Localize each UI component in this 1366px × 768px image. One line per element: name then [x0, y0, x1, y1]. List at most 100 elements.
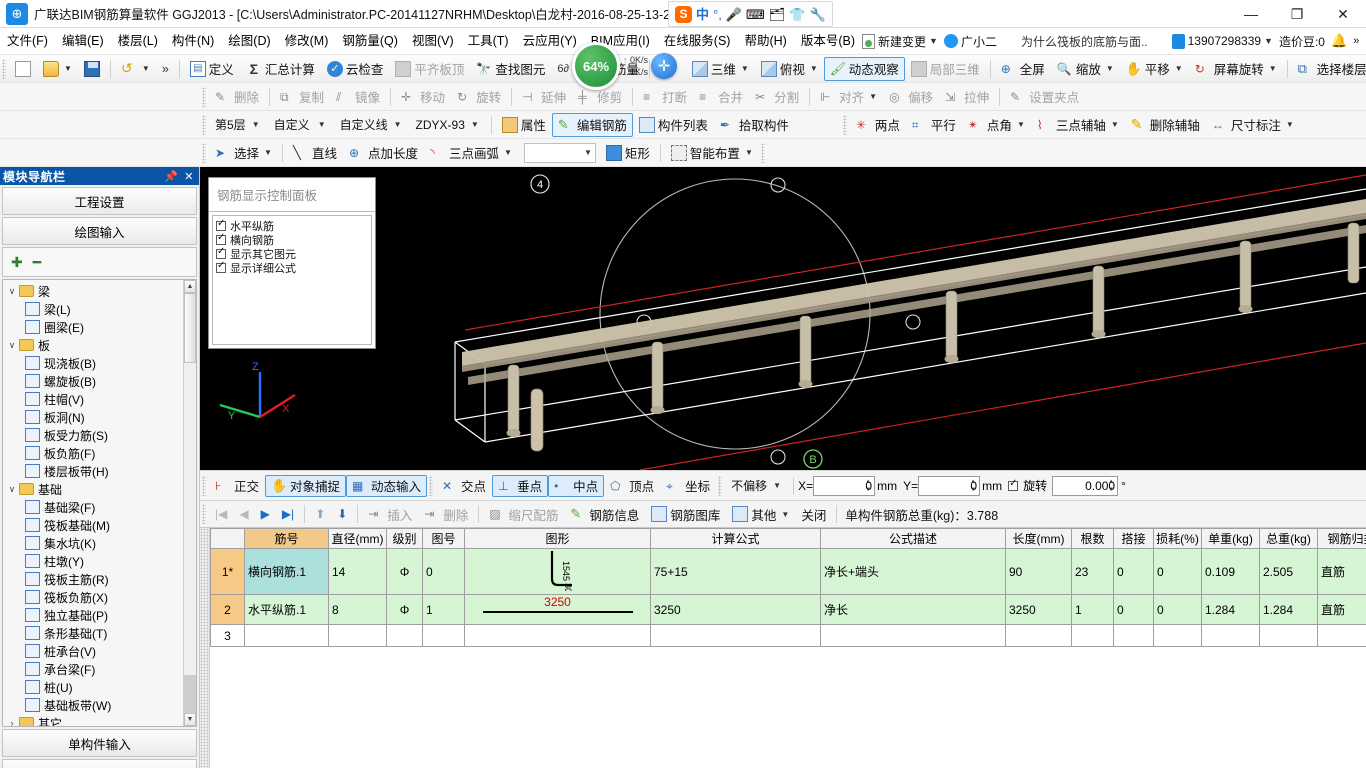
sogou-logo-icon[interactable]: S: [675, 5, 692, 23]
type-chevron-down-icon[interactable]: ▼: [318, 120, 326, 129]
tree-item-ring-beam[interactable]: 圈梁(E): [3, 318, 183, 336]
properties-button[interactable]: 属性: [496, 113, 552, 137]
cell-loss[interactable]: 0: [1153, 548, 1202, 595]
cell-rebar-number[interactable]: [244, 624, 329, 647]
cell-grade[interactable]: Φ: [386, 548, 423, 595]
th-shape[interactable]: 图形: [464, 528, 651, 549]
menu-item-file[interactable]: 文件(F): [0, 28, 55, 55]
draw-style-chevron-down-icon[interactable]: ▼: [584, 148, 592, 157]
menu-item-component[interactable]: 构件(N): [165, 28, 221, 55]
prev-record-button[interactable]: ◀: [233, 503, 254, 525]
scroll-down-icon[interactable]: ▼: [184, 713, 196, 726]
subtype-chevron-down-icon[interactable]: ▼: [394, 120, 402, 129]
expand-chevron-down-icon[interactable]: ∨: [5, 286, 19, 297]
cell-count[interactable]: 23: [1071, 548, 1114, 595]
mirror-button[interactable]: ⫽ 镜像: [330, 85, 386, 109]
three-point-axis-button[interactable]: ⌇ 三点辅轴 ▼: [1031, 113, 1125, 137]
tree-group-other[interactable]: › 其它: [3, 714, 183, 726]
three-point-chevron-down-icon[interactable]: ▼: [1111, 120, 1119, 129]
zoom-chevron-down-icon[interactable]: ▼: [1106, 64, 1114, 73]
cell-length[interactable]: 90: [1005, 548, 1072, 595]
x-offset-input[interactable]: 0 ▲ ▼: [813, 475, 876, 496]
microphone-icon[interactable]: 🎤: [726, 8, 742, 21]
y-spinner-icon[interactable]: ▲ ▼: [968, 478, 978, 494]
cell-unit-weight[interactable]: [1201, 624, 1260, 647]
toolbar-grip[interactable]: [2, 58, 6, 79]
sidebar-button-draw-input[interactable]: 绘图输入: [2, 217, 197, 245]
account-chevron-down-icon[interactable]: ▼: [1264, 36, 1273, 46]
screen-rotate-button[interactable]: ↻ 屏幕旋转 ▼: [1189, 57, 1283, 81]
tree-item-slab-main-rebar[interactable]: 板受力筋(S): [3, 426, 183, 444]
save-button[interactable]: [78, 57, 106, 81]
zoom-button[interactable]: 🔍 缩放 ▼: [1051, 57, 1120, 81]
arc-chevron-down-icon[interactable]: ▼: [504, 148, 512, 157]
component-list-button[interactable]: 构件列表: [633, 113, 714, 137]
menu-item-edit[interactable]: 编辑(E): [55, 28, 111, 55]
th-category[interactable]: 钢筋归类: [1317, 528, 1366, 549]
tree-group-slab[interactable]: ∨ 板: [3, 336, 183, 354]
snap-perpendicular-toggle[interactable]: ⊥ 垂点: [492, 474, 549, 497]
tree-item-pile-cap[interactable]: 桩承台(V): [3, 642, 183, 660]
draw-toolbar-end-grip[interactable]: [760, 142, 765, 163]
snap-toolbar-grip-3[interactable]: [718, 475, 723, 496]
table-grip[interactable]: [200, 528, 210, 768]
cell-category[interactable]: 直筋: [1317, 594, 1366, 625]
table-row[interactable]: 1* 横向钢筋.1 14 Φ 0 15 45 30 75+15 净长+端头 90…: [210, 548, 1366, 595]
rectangle-tool-button[interactable]: 矩形: [600, 141, 656, 165]
floor-selector[interactable]: 第5层 ▼: [209, 115, 264, 135]
point-angle-axis-button[interactable]: ✴ 点角 ▼: [962, 113, 1031, 137]
cell-loss[interactable]: [1153, 624, 1202, 647]
close-button[interactable]: ✕: [1320, 0, 1366, 28]
promo-link[interactable]: 为什么筏板的底筋与面..: [1021, 33, 1148, 50]
cell-length[interactable]: [1005, 624, 1072, 647]
tree-item-spiral-slab[interactable]: 螺旋板(B): [3, 372, 183, 390]
cell-count[interactable]: [1071, 624, 1114, 647]
rebar-table-container[interactable]: 筋号 直径(mm) 级别 图号 图形 计算公式 公式描述 长度(mm) 根数 搭…: [200, 527, 1366, 768]
sidebar-button-project-settings[interactable]: 工程设置: [2, 187, 197, 215]
edit-toolbar-grip[interactable]: [202, 86, 206, 107]
insert-row-button[interactable]: ⇥ 插入: [362, 503, 418, 525]
open-file-button[interactable]: ▼: [37, 57, 78, 81]
cell-category[interactable]: 直筋: [1317, 548, 1366, 595]
cell-formula-desc[interactable]: 净长: [820, 594, 1006, 625]
cell-shape[interactable]: 3250: [464, 594, 651, 625]
th-rebar-number[interactable]: 筋号: [244, 528, 329, 549]
undo-chevron-down-icon[interactable]: ▼: [142, 64, 150, 73]
cell-lap[interactable]: [1113, 624, 1154, 647]
sidebar-button-report-preview[interactable]: 报表预览: [2, 759, 197, 768]
view-3d-button[interactable]: 三维 ▼: [686, 57, 755, 81]
account-phone[interactable]: 13907298339 ▼: [1171, 33, 1273, 49]
rebar-library-button[interactable]: 钢筋图库: [645, 503, 726, 525]
table-row[interactable]: 2 水平纵筋.1 8 Φ 1 3250 3250 净长 3250 1 0 0 1…: [210, 594, 1366, 625]
offset-button[interactable]: ◎ 偏移: [883, 85, 939, 109]
expand-chevron-down-icon[interactable]: ∨: [5, 340, 19, 351]
component-subtype-selector[interactable]: 自定义线 ▼: [334, 115, 406, 135]
option-show-detailed-formula[interactable]: 显示详细公式: [216, 260, 371, 275]
th-loss[interactable]: 损耗(%): [1153, 528, 1202, 549]
cell-count[interactable]: 1: [1071, 594, 1114, 625]
component-type-selector[interactable]: 自定义 ▼: [268, 115, 330, 135]
cell-length[interactable]: 3250: [1005, 594, 1072, 625]
remove-icon[interactable]: ━: [33, 254, 41, 271]
split-button[interactable]: ✂ 分割: [749, 85, 805, 109]
select-floor-button[interactable]: ⧉ 选择楼层: [1292, 57, 1366, 81]
tree-item-cap-beam[interactable]: 承台梁(F): [3, 660, 183, 678]
tree-item-strip-foundation[interactable]: 条形基础(T): [3, 624, 183, 642]
option-horizontal-longitudinal-rebar[interactable]: 水平纵筋: [216, 218, 371, 233]
cell-lap[interactable]: 0: [1113, 548, 1154, 595]
minimize-button[interactable]: —: [1228, 0, 1274, 28]
pan-button[interactable]: ✋ 平移 ▼: [1120, 57, 1189, 81]
rebar-display-control-panel[interactable]: 钢筋显示控制面板 水平纵筋 横向钢筋 显示其它图元 显示详细公式: [208, 177, 376, 349]
tree-item-column-cap[interactable]: 柱帽(V): [3, 390, 183, 408]
cell-unit-weight[interactable]: 0.109: [1201, 548, 1260, 595]
th-count[interactable]: 根数: [1071, 528, 1114, 549]
expand-chevron-right-icon[interactable]: ›: [5, 718, 19, 726]
snap-toolbar-grip-2[interactable]: [429, 475, 434, 496]
expand-chevron-down-icon[interactable]: ∨: [5, 484, 19, 495]
align-slab-top-button[interactable]: 平齐板顶: [389, 57, 470, 81]
snap-object-toggle[interactable]: ✋ 对象捕捉: [265, 474, 347, 497]
cell-formula[interactable]: 3250: [650, 594, 821, 625]
skin-icon[interactable]: 👕: [789, 8, 805, 21]
cell-figure-no[interactable]: [422, 624, 465, 647]
move-button[interactable]: ✛ 移动: [395, 85, 451, 109]
